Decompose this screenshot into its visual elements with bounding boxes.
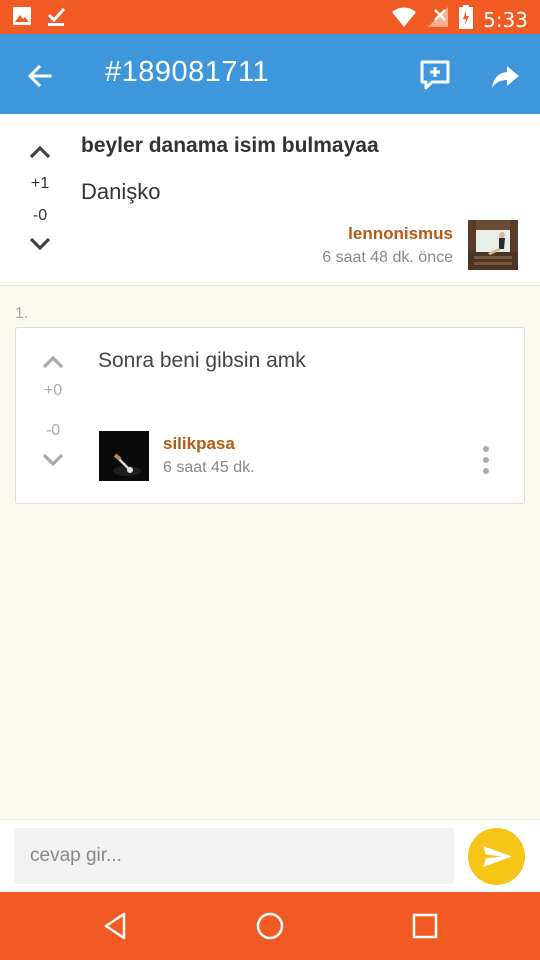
topic-timestamp: 6 saat 48 dk. önce — [322, 249, 453, 266]
upvote-count: +1 — [30, 175, 50, 192]
downvote-count: -0 — [32, 207, 48, 224]
upvote-count: +0 — [43, 382, 63, 399]
app-bar: #189081711 — [0, 34, 540, 114]
no-signal-icon — [427, 6, 449, 33]
more-options-icon[interactable] — [476, 444, 496, 476]
entry-timestamp: 6 saat 45 dk. — [163, 459, 255, 476]
reply-input[interactable] — [14, 828, 454, 884]
nav-home-icon[interactable] — [252, 908, 288, 944]
entry-author-avatar[interactable] — [99, 431, 149, 481]
downvote-icon[interactable] — [15, 230, 65, 260]
entry-card: +0 -0 Sonra beni gibsin amk silikpasa 6 … — [15, 327, 525, 504]
entry-vote-column: +0 -0 — [28, 348, 78, 472]
share-icon[interactable] — [489, 60, 521, 92]
back-arrow-icon[interactable] — [24, 60, 56, 92]
topic-heading: beyler danama isim bulmayaa — [81, 134, 379, 157]
add-entry-icon[interactable] — [418, 58, 452, 92]
downvote-count: -0 — [45, 422, 61, 439]
reply-bar — [0, 819, 540, 892]
topic-body: Danişko — [81, 179, 161, 204]
entry-author-link[interactable]: silikpasa — [163, 434, 235, 454]
topic-author-avatar[interactable] — [468, 220, 518, 270]
clock: 5:33 — [483, 7, 528, 32]
nav-recents-icon[interactable] — [407, 908, 443, 944]
page-title: #189081711 — [105, 56, 270, 88]
upvote-icon[interactable] — [15, 138, 65, 166]
downvote-icon[interactable] — [28, 446, 78, 472]
upvote-icon[interactable] — [28, 348, 78, 376]
topic-vote-column: +1 -0 — [15, 138, 65, 260]
send-button[interactable] — [468, 828, 525, 885]
battery-charging-icon — [459, 5, 474, 34]
nav-back-icon[interactable] — [98, 908, 134, 944]
topic-author-link[interactable]: lennonismus — [348, 224, 453, 244]
entry-text: Sonra beni gibsin amk — [98, 349, 306, 372]
topic-card: +1 -0 beyler danama isim bulmayaa Danişk… — [0, 114, 540, 286]
system-navigation-bar — [0, 892, 540, 960]
entry-index: 1. — [15, 305, 29, 322]
download-done-icon — [46, 6, 66, 31]
status-bar: 5:33 — [0, 0, 540, 34]
wifi-icon — [391, 6, 417, 33]
image-icon — [12, 6, 32, 31]
